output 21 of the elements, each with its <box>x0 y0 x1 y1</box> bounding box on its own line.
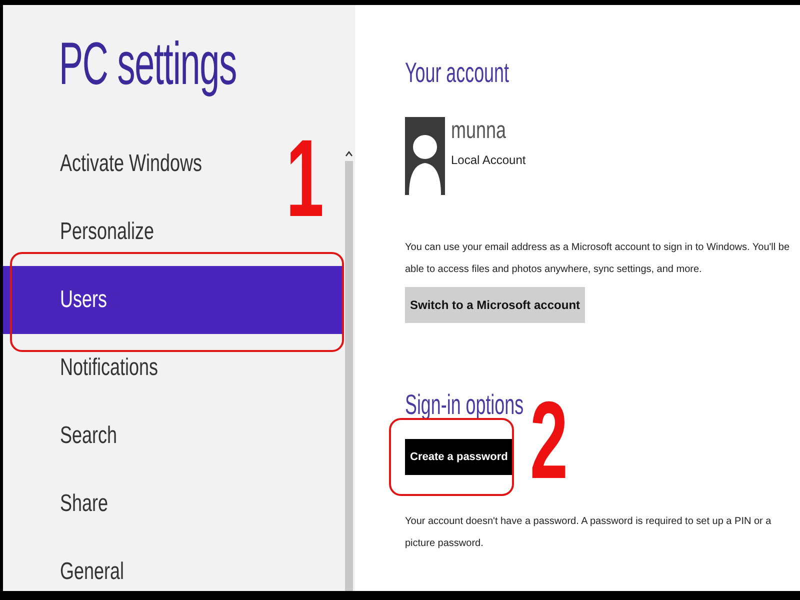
create-password-button[interactable]: Create a password <box>405 439 513 475</box>
account-description: You can use your email address as a Microsoft account to sign in to Windows. You'll be able to access files and photos anywhere, sync settings, and more. <box>405 241 790 277</box>
sidebar-item[interactable]: Notifications <box>3 334 191 402</box>
user-name: munna <box>451 117 508 145</box>
section-heading: Your account <box>405 57 509 89</box>
password-description: Your account doesn't have a password. A password is required to set up a PIN or a picture password. <box>405 515 772 551</box>
sidebar-item[interactable]: Personalize <box>3 198 186 266</box>
step-number: 2 <box>530 386 568 496</box>
scrollbar-thumb[interactable] <box>345 161 354 591</box>
sidebar-item[interactable]: Search <box>3 402 136 470</box>
sidebar-item[interactable]: Share <box>3 470 124 538</box>
sidebar-item[interactable]: General <box>3 538 146 591</box>
switch-account-button[interactable]: Switch to a Microsoft account <box>405 287 586 323</box>
sidebar-item[interactable]: Users <box>3 266 344 334</box>
user-avatar-icon <box>405 117 445 195</box>
sidebar-item[interactable]: Activate Windows <box>3 130 250 198</box>
scroll-up-icon[interactable] <box>345 151 354 157</box>
account-type: Local Account <box>451 153 526 167</box>
step-number: 1 <box>286 124 324 234</box>
section-heading: Sign-in options <box>405 389 524 421</box>
page-title: PC settings <box>59 29 236 99</box>
